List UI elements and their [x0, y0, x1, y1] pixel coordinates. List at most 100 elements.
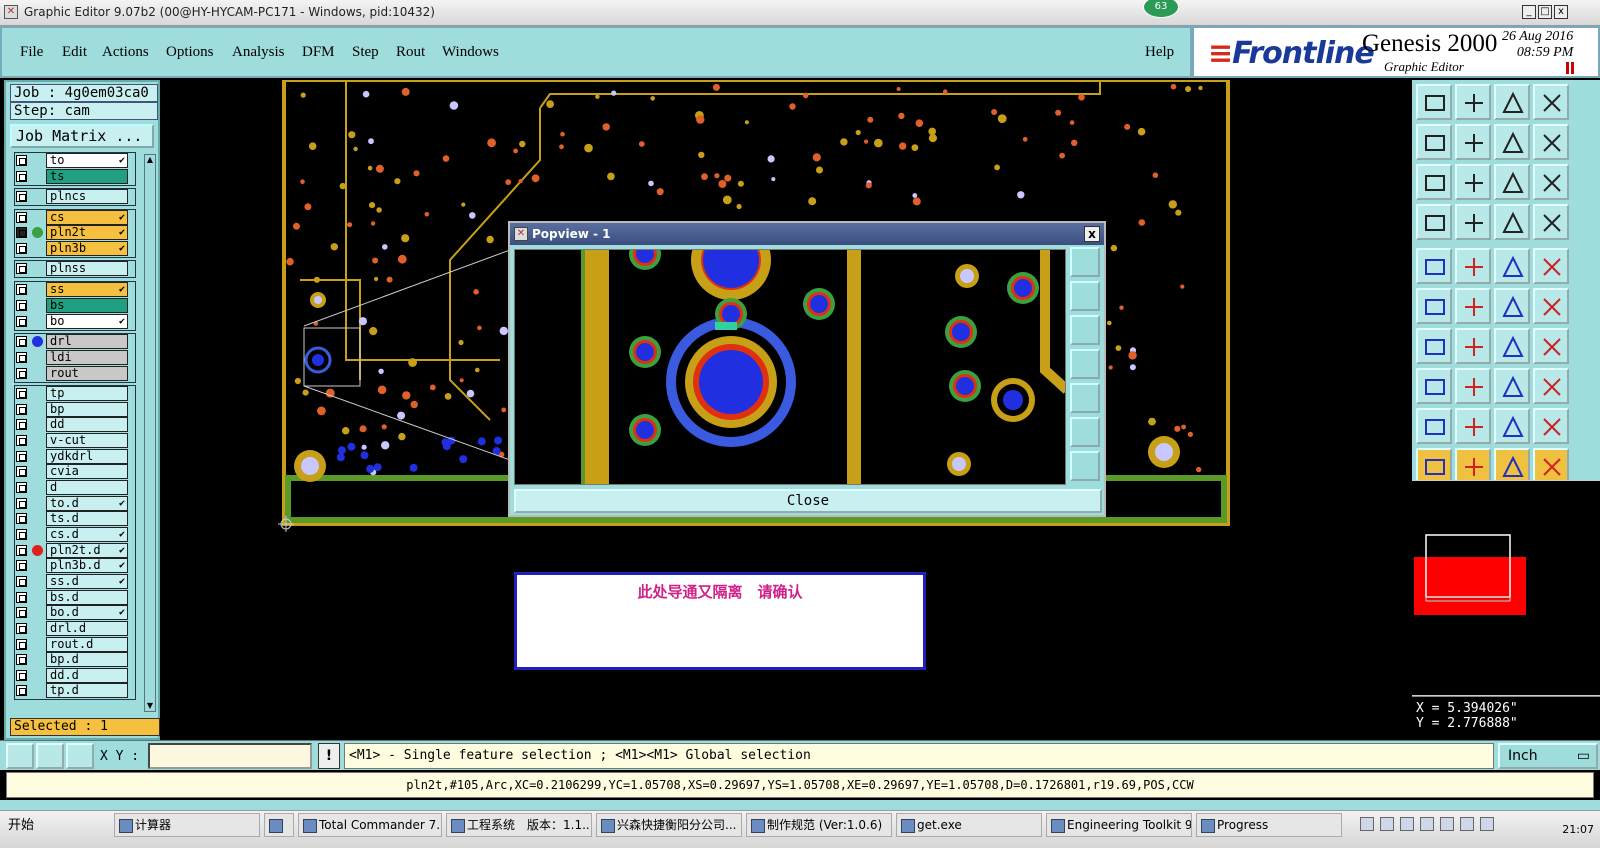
- layer-row[interactable]: rout.d: [10, 637, 134, 652]
- layer-checkbox[interactable]: [16, 419, 27, 430]
- connect-icon[interactable]: [1416, 288, 1452, 324]
- popview-close-button[interactable]: Close: [514, 489, 1102, 513]
- menu-edit[interactable]: Edit: [62, 44, 87, 61]
- export-icon[interactable]: [1455, 124, 1491, 160]
- layer-checkbox[interactable]: [16, 336, 27, 347]
- grid-icon[interactable]: [1455, 204, 1491, 240]
- arc-icon[interactable]: [1494, 328, 1530, 364]
- layer-name[interactable]: dd.d: [46, 668, 128, 683]
- layer-name[interactable]: cs ✔: [46, 210, 128, 225]
- layer-name[interactable]: tp: [46, 386, 128, 401]
- layer-name[interactable]: cvia: [46, 464, 128, 479]
- unit-selector[interactable]: Inch ▭: [1498, 743, 1598, 769]
- layer-checkbox[interactable]: [16, 212, 27, 223]
- layer-checkbox[interactable]: [16, 243, 27, 254]
- layer-row[interactable]: pln2t ✔: [10, 225, 134, 240]
- diagonal-icon[interactable]: [1455, 328, 1491, 364]
- menu-rout[interactable]: Rout: [396, 44, 425, 61]
- popview-pan-down-tool[interactable]: [1070, 315, 1100, 345]
- menu-options[interactable]: Options: [166, 44, 214, 61]
- layer-name[interactable]: ss.d ✔: [46, 574, 128, 589]
- triangle-tall-icon[interactable]: [1494, 408, 1530, 444]
- select-box-icon[interactable]: [1494, 448, 1530, 484]
- tray-icon[interactable]: [1460, 817, 1474, 831]
- move-icon[interactable]: [1494, 288, 1530, 324]
- popview-zoom-in-tool[interactable]: [1070, 417, 1100, 447]
- layer-name[interactable]: ss ✔: [46, 282, 128, 297]
- layer-checkbox[interactable]: [16, 263, 27, 274]
- menu-step[interactable]: Step: [352, 44, 379, 61]
- window-icon[interactable]: [1533, 84, 1569, 120]
- taskbar-item[interactable]: Progress: [1196, 813, 1342, 837]
- menu-windows[interactable]: Windows: [442, 44, 499, 61]
- layer-row[interactable]: bs.d: [10, 590, 134, 605]
- taskbar-item[interactable]: 兴森快捷衡阳分公司...: [596, 813, 742, 837]
- save-icon[interactable]: [1455, 84, 1491, 120]
- arrow-icon[interactable]: [1533, 288, 1569, 324]
- layer-checkbox[interactable]: [16, 451, 27, 462]
- layer-row[interactable]: bs: [10, 298, 134, 313]
- layer-checkbox[interactable]: [16, 435, 27, 446]
- layer-checkbox[interactable]: [16, 685, 27, 696]
- tray-icon[interactable]: [1380, 817, 1394, 831]
- taskbar-item[interactable]: 制作规范 (Ver:1.0.6): [746, 813, 892, 837]
- menu-analysis[interactable]: Analysis: [232, 44, 285, 61]
- layer-row[interactable]: to.d ✔: [10, 496, 134, 511]
- layer-name[interactable]: d: [46, 480, 128, 495]
- layer-name[interactable]: to.d ✔: [46, 496, 128, 511]
- scroll-up-icon[interactable]: ▲: [145, 155, 155, 165]
- layer-name[interactable]: bp.d: [46, 652, 128, 667]
- layer-checkbox[interactable]: [16, 388, 27, 399]
- layer-name[interactable]: plnss: [46, 261, 128, 276]
- layer-checkbox[interactable]: [16, 227, 27, 238]
- layer-name[interactable]: drl: [46, 334, 128, 349]
- layer-row[interactable]: plnss: [10, 261, 134, 276]
- pad-icon[interactable]: [1416, 248, 1452, 284]
- layer-row[interactable]: bp: [10, 402, 134, 417]
- layer-row[interactable]: cs.d ✔: [10, 527, 134, 542]
- layer-name[interactable]: cs.d ✔: [46, 527, 128, 542]
- layer-name[interactable]: dd: [46, 417, 128, 432]
- popview-pan-left-tool[interactable]: [1070, 349, 1100, 379]
- layer-checkbox[interactable]: [16, 639, 27, 650]
- center-icon[interactable]: [1455, 164, 1491, 200]
- layer-row[interactable]: tp: [10, 386, 134, 401]
- cross-icon[interactable]: [1455, 288, 1491, 324]
- resize-icon[interactable]: [1494, 368, 1530, 404]
- menu-dfm[interactable]: DFM: [302, 44, 335, 61]
- layer-row[interactable]: d: [10, 480, 134, 495]
- layer-row[interactable]: bo.d ✔: [10, 605, 134, 620]
- popview-pan-right-tool[interactable]: [1070, 383, 1100, 413]
- polygon-icon[interactable]: [1455, 248, 1491, 284]
- layer-name[interactable]: bo.d ✔: [46, 605, 128, 620]
- bluetooth-icon[interactable]: [1480, 817, 1494, 831]
- popview-close-icon[interactable]: x: [1084, 226, 1100, 242]
- layer-checkbox[interactable]: [16, 316, 27, 327]
- tray-icon[interactable]: [1420, 817, 1434, 831]
- layer-row[interactable]: dd: [10, 417, 134, 432]
- layer-name[interactable]: pln3b.d ✔: [46, 558, 128, 573]
- layer-checkbox[interactable]: [16, 404, 27, 415]
- layer-name[interactable]: pln3b ✔: [46, 241, 128, 256]
- layer-checkbox[interactable]: [16, 368, 27, 379]
- layer-row[interactable]: ldi: [10, 350, 134, 365]
- tray-icon[interactable]: [1400, 817, 1414, 831]
- layer-checkbox[interactable]: [16, 654, 27, 665]
- popview-zoom-out-tool[interactable]: [1070, 451, 1100, 481]
- layer-row[interactable]: pln3b.d ✔: [10, 558, 134, 573]
- layer-checkbox[interactable]: [16, 576, 27, 587]
- taskbar-item[interactable]: 工程系统 版本：1.1...: [446, 813, 592, 837]
- layer-row[interactable]: drl.d: [10, 621, 134, 636]
- help-icon[interactable]: [1533, 164, 1569, 200]
- flip-icon[interactable]: [1494, 124, 1530, 160]
- corner-icon[interactable]: [1416, 368, 1452, 404]
- measure-icon[interactable]: [36, 743, 64, 769]
- tray-icon[interactable]: [1360, 817, 1374, 831]
- layer-name[interactable]: v-cut: [46, 433, 128, 448]
- shapes-icon[interactable]: [1533, 368, 1569, 404]
- layer-name[interactable]: bp: [46, 402, 128, 417]
- layer-row[interactable]: v-cut: [10, 433, 134, 448]
- overview-map[interactable]: [1412, 480, 1600, 696]
- close-window-button[interactable]: x: [1554, 5, 1568, 19]
- layer-name[interactable]: rout.d: [46, 637, 128, 652]
